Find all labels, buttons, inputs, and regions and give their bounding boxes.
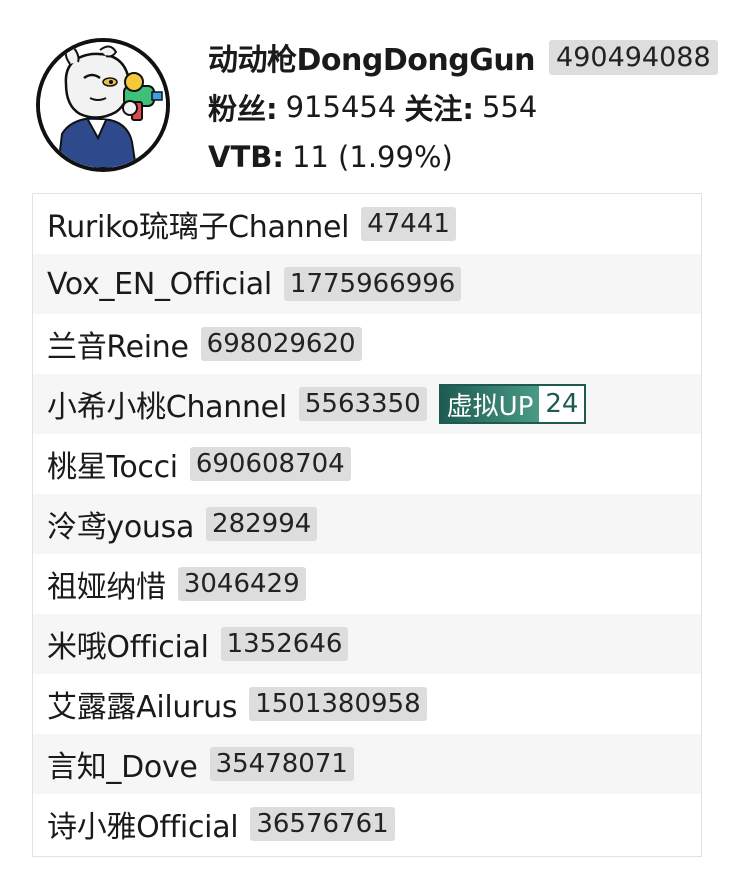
following-list: Ruriko琉璃子Channel 47441 Vox_EN_Official 1…	[32, 193, 702, 857]
user-uid-badge: 490494088	[549, 39, 718, 75]
list-item[interactable]: 泠鸢yousa 282994	[33, 494, 701, 554]
list-item-uid: 1775966996	[283, 267, 462, 301]
list-item-name[interactable]: 小希小桃Channel	[47, 382, 287, 426]
list-item-name[interactable]: 诗小雅Official	[47, 802, 239, 846]
follow-label: 关注:	[404, 92, 474, 126]
list-item[interactable]: 艾露露Ailurus 1501380958	[33, 674, 701, 734]
name-line: 动动枪DongDongGun 490494088	[208, 32, 718, 82]
list-item-uid: 1501380958	[249, 687, 427, 721]
avatar-illustration-icon	[40, 42, 166, 168]
list-item-uid: 282994	[206, 507, 318, 541]
list-item-name[interactable]: 言知_Dove	[47, 742, 198, 786]
list-item-uid: 698029620	[200, 327, 362, 361]
list-item[interactable]: Ruriko琉璃子Channel 47441	[33, 194, 701, 254]
follow-count: 554	[481, 90, 538, 124]
list-item-uid: 1352646	[220, 627, 349, 661]
profile-info: 动动枪DongDongGun 490494088 粉丝: 915454 关注: …	[208, 32, 718, 182]
list-item[interactable]: 小希小桃Channel 5563350 虚拟UP 24	[33, 374, 701, 434]
fans-label: 粉丝:	[208, 92, 278, 126]
list-item[interactable]: Vox_EN_Official 1775966996	[33, 254, 701, 314]
list-item-name[interactable]: 桃星Tocci	[47, 442, 178, 486]
list-item[interactable]: 诗小雅Official 36576761	[33, 794, 701, 854]
stats-line: 粉丝: 915454 关注: 554	[208, 82, 718, 132]
list-item-name[interactable]: 兰音Reine	[47, 322, 189, 366]
list-item-uid: 47441	[361, 207, 456, 241]
list-item-name[interactable]: 泠鸢yousa	[47, 502, 194, 546]
list-item[interactable]: 兰音Reine 698029620	[33, 314, 701, 374]
list-item-name[interactable]: Vox_EN_Official	[47, 267, 272, 302]
profile-header: 动动枪DongDongGun 490494088 粉丝: 915454 关注: …	[0, 0, 734, 190]
list-item-name[interactable]: 米哦Official	[47, 622, 209, 666]
list-item-uid: 35478071	[209, 747, 354, 781]
vtb-label: VTB:	[208, 140, 284, 174]
list-item-uid: 5563350	[298, 387, 427, 421]
list-item[interactable]: 米哦Official 1352646	[33, 614, 701, 674]
list-item[interactable]: 祖娅纳惜 3046429	[33, 554, 701, 614]
list-item[interactable]: 言知_Dove 35478071	[33, 734, 701, 794]
virtual-up-tag: 虚拟UP 24	[438, 384, 587, 424]
list-item-uid: 3046429	[177, 567, 306, 601]
vtb-count: 11 (1.99%)	[291, 140, 453, 174]
list-item[interactable]: 桃星Tocci 690608704	[33, 434, 701, 494]
list-item-uid: 36576761	[250, 807, 395, 841]
list-item-name[interactable]: 祖娅纳惜	[47, 562, 166, 606]
fans-count: 915454	[285, 90, 397, 124]
virtual-up-tag-count: 24	[539, 386, 585, 422]
list-item-uid: 690608704	[189, 447, 351, 481]
virtual-up-tag-label: 虚拟UP	[440, 386, 540, 422]
user-name[interactable]: 动动枪DongDongGun	[208, 35, 536, 79]
avatar[interactable]	[36, 38, 170, 172]
list-item-name[interactable]: Ruriko琉璃子Channel	[47, 202, 350, 246]
vtb-line: VTB: 11 (1.99%)	[208, 132, 718, 182]
list-item-name[interactable]: 艾露露Ailurus	[47, 682, 237, 726]
